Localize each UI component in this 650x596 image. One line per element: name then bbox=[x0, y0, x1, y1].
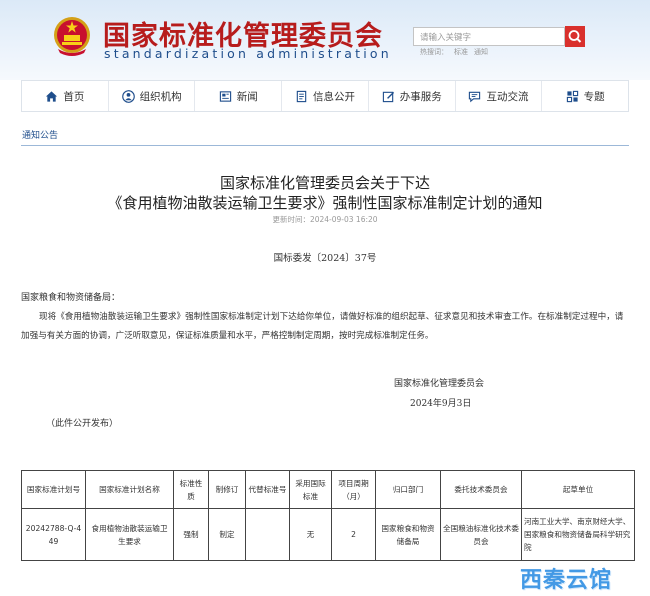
table-cell: 全国粮油标准化技术委员会 bbox=[440, 508, 522, 561]
table-header-cell: 国家标准计划号 bbox=[21, 470, 86, 509]
table-header-cell: 标准性质 bbox=[173, 470, 209, 509]
table-cell: 国家粮食和物资储备局 bbox=[375, 508, 441, 561]
article-title-line2: 《食用植物油散装运输卫生要求》强制性国家标准制定计划的通知 bbox=[107, 194, 543, 212]
site-subtitle: standardization administration bbox=[104, 46, 392, 61]
nav-item-news[interactable]: 新闻 bbox=[195, 81, 283, 111]
table-header-row: 国家标准计划号 国家标准计划名称 标准性质 制修订 代替标准号 采用国际标准 项… bbox=[21, 470, 635, 509]
nav-item-organization[interactable]: 组织机构 bbox=[109, 81, 196, 111]
signer: 国家标准化管理委员会 bbox=[394, 379, 485, 389]
nav-item-home[interactable]: 首页 bbox=[22, 81, 109, 111]
table-header-cell: 归口部门 bbox=[375, 470, 441, 509]
nav-item-label: 互动交流 bbox=[486, 90, 529, 103]
addressee: 国家粮食和物资储备局： bbox=[21, 293, 121, 303]
nav-item-services[interactable]: 办事服务 bbox=[369, 81, 456, 111]
nav-item-topics[interactable]: 专题 bbox=[542, 81, 628, 111]
table-row: 20242788-Q-449 食用植物油散装运输卫生要求 强制 制定 无 2 国… bbox=[21, 508, 635, 561]
info-icon bbox=[296, 90, 307, 102]
table-header-cell: 委托技术委员会 bbox=[440, 470, 522, 509]
watermark-logo: 西秦云馆 bbox=[520, 568, 613, 593]
breadcrumb: 通知公告 bbox=[21, 128, 629, 146]
nav-item-label: 新闻 bbox=[236, 90, 258, 103]
main-nav: 首页 组织机构 新闻 信息公开 办事服务 互动交流 专题 bbox=[21, 80, 629, 112]
news-icon bbox=[219, 90, 231, 102]
nav-item-label: 首页 bbox=[63, 90, 85, 103]
document-number: 国标委发〔2024〕37号 bbox=[273, 253, 377, 264]
table-header-cell: 制修订 bbox=[208, 470, 246, 509]
table-cell: 2 bbox=[331, 508, 376, 561]
update-time: 更新时间：2024-09-03 16:20 bbox=[272, 215, 378, 224]
nav-item-label: 专题 bbox=[583, 90, 605, 103]
table-cell: 强制 bbox=[173, 508, 209, 561]
standard-plan-table: 国家标准计划号 国家标准计划名称 标准性质 制修订 代替标准号 采用国际标准 项… bbox=[21, 470, 635, 561]
article-title-line1: 国家标准化管理委员会关于下达 bbox=[219, 174, 430, 192]
national-emblem-icon bbox=[54, 17, 90, 56]
breadcrumb-link[interactable]: 通知公告 bbox=[22, 131, 58, 141]
article-body: 现将《食用植物油散装运输卫生要求》强制性国家标准制定计划下达给你单位，请做好标准… bbox=[21, 312, 624, 341]
search-icon bbox=[568, 30, 582, 43]
nav-item-label: 组织机构 bbox=[139, 90, 182, 103]
table-cell: 无 bbox=[289, 508, 332, 561]
table-header-cell: 代替标准号 bbox=[245, 470, 290, 509]
nav-item-label: 信息公开 bbox=[313, 90, 356, 103]
search-button[interactable] bbox=[565, 26, 585, 47]
hot-word-link[interactable]: 标准 bbox=[454, 48, 468, 56]
table-header-cell: 国家标准计划名称 bbox=[85, 470, 174, 509]
home-icon bbox=[46, 90, 58, 102]
hot-words: 热搜词： 标准 通知 bbox=[420, 47, 494, 57]
service-icon bbox=[382, 91, 394, 102]
site-header: 国家标准化管理委员会 standardization administratio… bbox=[0, 0, 650, 80]
table-cell: 20242788-Q-449 bbox=[21, 508, 86, 561]
search-input[interactable]: 请输入关键字 bbox=[413, 27, 565, 46]
nav-item-interaction[interactable]: 互动交流 bbox=[456, 81, 543, 111]
chat-icon bbox=[469, 91, 481, 102]
nav-item-label: 办事服务 bbox=[399, 90, 442, 103]
table-header-cell: 起草单位 bbox=[521, 470, 635, 509]
public-note: （此件公开发布） bbox=[46, 419, 119, 429]
table-cell: 河南工业大学、南京财经大学、国家粮食和物资储备局科学研究院 bbox=[521, 508, 635, 561]
table-cell: 食用植物油散装运输卫生要求 bbox=[85, 508, 174, 561]
nav-item-info-disclosure[interactable]: 信息公开 bbox=[282, 81, 369, 111]
sign-date: 2024年9月3日 bbox=[410, 399, 472, 409]
table-cell bbox=[245, 508, 290, 561]
topic-icon bbox=[566, 90, 578, 102]
table-header-cell: 项目周期（月） bbox=[331, 470, 376, 509]
table-cell: 制定 bbox=[208, 508, 246, 561]
hot-word-link[interactable]: 通知 bbox=[474, 48, 488, 56]
table-header-cell: 采用国际标准 bbox=[289, 470, 332, 509]
hot-words-label: 热搜词： bbox=[420, 48, 448, 56]
org-icon bbox=[121, 89, 135, 103]
